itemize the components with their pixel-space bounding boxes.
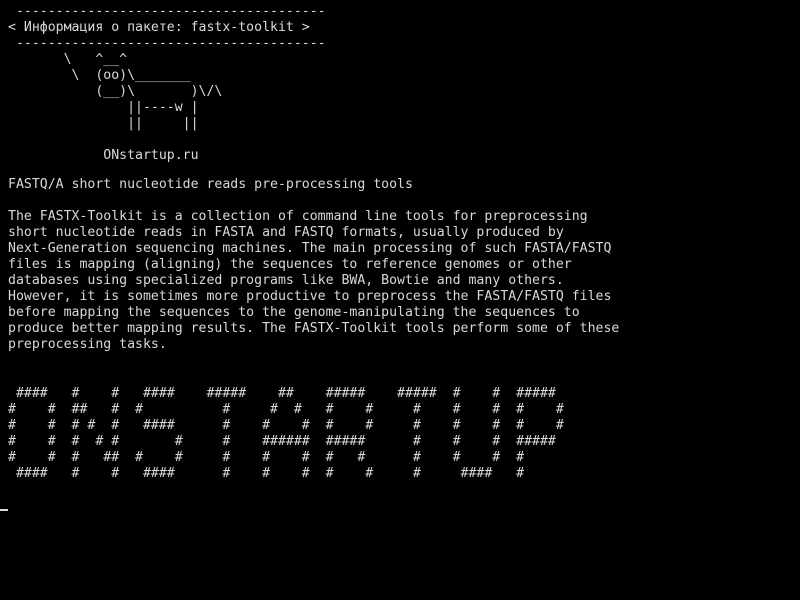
description-line: However, it is sometimes more productive… bbox=[8, 289, 612, 304]
cowsay-line: --------------------------------------- bbox=[8, 4, 326, 19]
summary-text: FASTQ/A short nucleotide reads pre-proce… bbox=[8, 177, 413, 192]
description-line: The FASTX-Toolkit is a collection of com… bbox=[8, 209, 588, 224]
banner-line: # # # # # #### # # # # # # # # # # bbox=[8, 418, 564, 433]
banner-line: # # # ## # # # # # # # # # # # bbox=[8, 450, 525, 465]
description-line: short nucleotide reads in FASTA and FAST… bbox=[8, 225, 564, 240]
cowsay-line: (__)\ )\/\ bbox=[8, 84, 223, 99]
cowsay-line: \ (oo)\_______ bbox=[8, 68, 191, 83]
cowsay-line: < Информация о пакете: fastx-toolkit > bbox=[8, 20, 310, 35]
cowsay-line: \ ^__^ bbox=[8, 52, 128, 67]
ascii-banner: #### # # #### ##### ## ##### ##### # # #… bbox=[8, 386, 564, 482]
cowsay-line: ||----w | bbox=[8, 100, 199, 115]
description-line: produce better mapping results. The FAST… bbox=[8, 321, 620, 336]
cowsay-line: --------------------------------------- bbox=[8, 36, 326, 51]
banner-line: # # ## # # # # # # # # # # # # bbox=[8, 402, 564, 417]
package-summary: FASTQ/A short nucleotide reads pre-proce… bbox=[8, 177, 413, 193]
cowsay-line: || || bbox=[8, 116, 199, 131]
description-line: databases using specialized programs lik… bbox=[8, 273, 564, 288]
cowsay-line: ONstartup.ru bbox=[8, 148, 199, 163]
banner-line: # # # # # # # ###### ##### # # # ##### bbox=[8, 434, 556, 449]
terminal-screen: --------------------------------------- … bbox=[0, 0, 800, 600]
description-line: before mapping the sequences to the geno… bbox=[8, 305, 580, 320]
banner-line: #### # # #### ##### ## ##### ##### # # #… bbox=[8, 386, 556, 401]
banner-line: #### # # #### # # # # # # #### # bbox=[8, 466, 525, 481]
description-line: Next-Generation sequencing machines. The… bbox=[8, 241, 612, 256]
text-cursor[interactable] bbox=[0, 509, 8, 511]
cowsay-block: --------------------------------------- … bbox=[8, 4, 326, 164]
package-description: The FASTX-Toolkit is a collection of com… bbox=[8, 209, 619, 353]
description-line: files is mapping (aligning) the sequence… bbox=[8, 257, 572, 272]
description-line: preprocessing tasks. bbox=[8, 337, 167, 352]
